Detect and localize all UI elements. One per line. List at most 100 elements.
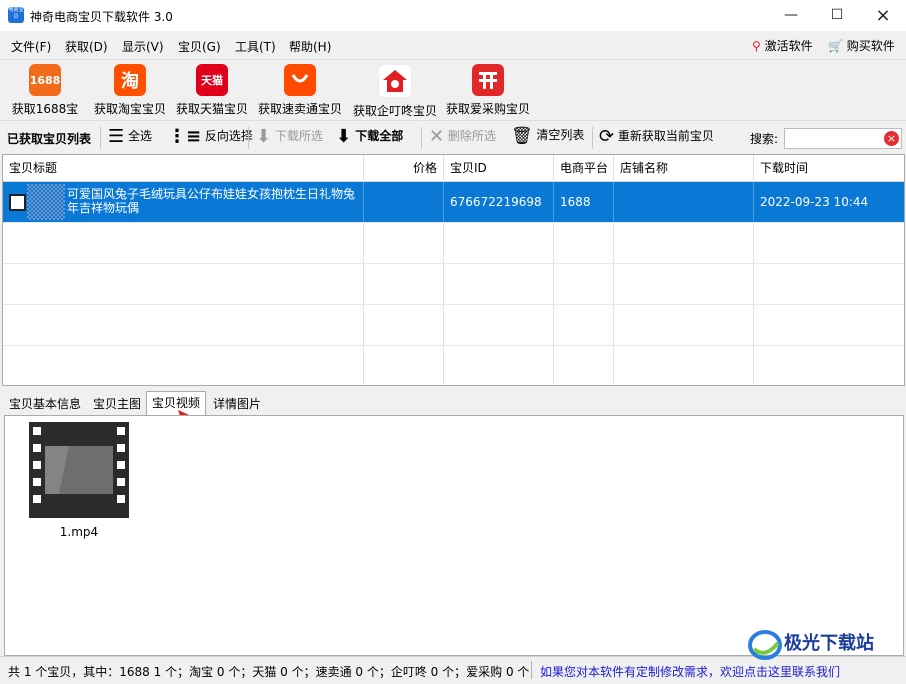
col-title[interactable]: 宝贝标题 xyxy=(3,155,364,181)
aliexpress-icon xyxy=(284,64,316,96)
fetch-aliexpress-label: 获取速卖通宝贝 xyxy=(257,102,342,116)
download-all-button[interactable]: ⬇ 下载全部 xyxy=(336,126,403,147)
menu-view[interactable]: 显示(V) xyxy=(122,38,164,55)
fetch-aliexpress-button[interactable]: 获取速卖通宝贝 xyxy=(256,64,344,117)
film-icon xyxy=(29,422,129,518)
col-platform[interactable]: 电商平台 xyxy=(554,155,614,181)
buy-label: 购买软件 xyxy=(846,39,895,53)
trash-icon: 🗑 xyxy=(511,126,533,146)
empty-row xyxy=(3,346,904,385)
logo-1688-icon: 1688 xyxy=(29,64,61,96)
activate-label: 激活软件 xyxy=(764,39,813,53)
maximize-button[interactable]: ☐ xyxy=(814,0,860,31)
delete-x-icon: ✕ xyxy=(429,126,445,147)
empty-row xyxy=(3,264,904,305)
product-thumbnail xyxy=(27,184,65,220)
checklist-icon: ☰ xyxy=(108,126,125,147)
menu-fetch[interactable]: 获取(D) xyxy=(65,38,108,55)
fetch-aicaigou-button[interactable]: 获取爱采购宝贝 xyxy=(444,64,532,117)
tab-main-images[interactable]: 宝贝主图 xyxy=(88,393,146,415)
title-bar: 电商宝贝 神奇电商宝贝下载软件 3.0 — ☐ × xyxy=(0,0,906,31)
download-all-label: 下载全部 xyxy=(355,129,404,143)
col-id[interactable]: 宝贝ID xyxy=(444,155,554,181)
product-title: 可爱国风兔子毛绒玩具公仔布娃娃女孩抱枕生日礼物兔年吉祥物玩偶 xyxy=(67,187,356,215)
fetch-aicaigou-label: 获取爱采购宝贝 xyxy=(445,102,530,116)
download-selected-button[interactable]: ⬇ 下载所选 xyxy=(256,126,323,147)
empty-row xyxy=(3,305,904,346)
fetch-taobao-label: 获取淘宝宝贝 xyxy=(93,102,166,116)
window-title: 神奇电商宝贝下载软件 3.0 xyxy=(30,10,173,24)
platform-toolbar: 1688 获取1688宝贝 淘 获取淘宝宝贝 天猫 获取天猫宝贝 获取速卖通宝贝… xyxy=(0,59,906,133)
minimize-button[interactable]: — xyxy=(768,0,814,31)
watermark-text: 极光下载站 xyxy=(784,633,874,654)
download-selected-label: 下载所选 xyxy=(274,129,323,143)
invert-select-button[interactable]: ⋮≡ 反向选择 xyxy=(168,126,253,147)
refetch-button[interactable]: ⟳ 重新获取当前宝贝 xyxy=(599,126,714,147)
aicaigou-icon xyxy=(472,64,504,96)
fetch-qidingdong-button[interactable]: 获取企叮咚宝贝 xyxy=(350,64,440,119)
watermark: 极光下载站 xyxy=(744,627,904,663)
tab-basic-info[interactable]: 宝贝基本信息 xyxy=(4,393,86,415)
activate-button[interactable]: ⚲ 激活软件 xyxy=(752,37,813,54)
watermark-logo-icon xyxy=(748,630,782,660)
time-cell: 2022-09-23 10:44 xyxy=(760,195,869,209)
video-filename: 1.mp4 xyxy=(59,525,99,539)
app-icon: 电商宝贝 xyxy=(8,7,24,23)
platform-cell: 1688 xyxy=(554,182,614,222)
key-icon: ⚲ xyxy=(752,39,761,53)
list-toolbar: 已获取宝贝列表 ☰ 全选 ⋮≡ 反向选择 ⬇ 下载所选 ⬇ 下载全部 ✕ 删除所… xyxy=(0,120,906,154)
select-all-label: 全选 xyxy=(127,129,152,143)
taobao-icon: 淘 xyxy=(114,64,146,96)
fetch-tmall-button[interactable]: 天猫 获取天猫宝贝 xyxy=(174,64,250,117)
divider xyxy=(531,661,532,679)
contact-link[interactable]: 如果您对本软件有定制修改需求，欢迎点击这里联系我们 xyxy=(540,663,840,680)
clear-list-label: 清空列表 xyxy=(536,128,585,142)
close-button[interactable]: × xyxy=(860,0,906,31)
cart-icon: 🛒 xyxy=(828,39,843,53)
product-table: 宝贝标题 价格 宝贝ID 电商平台 店铺名称 下载时间 可爱国风兔子毛绒玩具公仔… xyxy=(2,154,905,386)
delete-selected-button[interactable]: ✕ 删除所选 xyxy=(429,126,496,147)
shop-cell xyxy=(614,182,754,222)
empty-row xyxy=(3,223,904,264)
col-time[interactable]: 下载时间 xyxy=(754,155,904,181)
download-icon: ⬇ xyxy=(256,126,272,147)
search-label: 搜索: xyxy=(750,132,779,146)
status-summary: 共 1 个宝贝，其中：1688 1 个；淘宝 0 个；天猫 0 个；速卖通 0 … xyxy=(8,665,530,679)
list-icon: ⋮≡ xyxy=(168,126,202,147)
refresh-icon: ⟳ xyxy=(599,126,615,147)
delete-selected-label: 删除所选 xyxy=(447,129,496,143)
divider xyxy=(592,127,593,149)
refetch-label: 重新获取当前宝贝 xyxy=(617,129,714,143)
menu-help[interactable]: 帮助(H) xyxy=(289,38,331,55)
divider xyxy=(248,127,249,149)
menu-bar: 文件(F) 获取(D) 显示(V) 宝贝(G) 工具(T) 帮助(H) ⚲ 激活… xyxy=(0,31,906,59)
fetch-taobao-button[interactable]: 淘 获取淘宝宝贝 xyxy=(92,64,168,117)
search-input[interactable]: × xyxy=(784,128,902,149)
price-cell xyxy=(364,182,444,222)
divider xyxy=(100,127,101,149)
table-header: 宝贝标题 价格 宝贝ID 电商平台 店铺名称 下载时间 xyxy=(3,155,904,182)
clear-list-button[interactable]: 🗑 清空列表 xyxy=(511,126,584,146)
menu-tools[interactable]: 工具(T) xyxy=(235,38,276,55)
buy-button[interactable]: 🛒 购买软件 xyxy=(828,37,895,54)
row-checkbox[interactable] xyxy=(9,194,26,211)
tmall-icon: 天猫 xyxy=(196,64,228,96)
select-all-button[interactable]: ☰ 全选 xyxy=(108,126,152,147)
invert-label: 反向选择 xyxy=(204,129,253,143)
title-cell: 可爱国风兔子毛绒玩具公仔布娃娃女孩抱枕生日礼物兔年吉祥物玩偶 xyxy=(3,182,364,222)
divider xyxy=(421,127,422,149)
fetch-tmall-label: 获取天猫宝贝 xyxy=(175,102,248,116)
fetch-qidingdong-label: 获取企叮咚宝贝 xyxy=(352,104,437,118)
id-cell: 676672219698 xyxy=(444,182,554,222)
menu-file[interactable]: 文件(F) xyxy=(11,38,51,55)
video-item[interactable]: 1.mp4 xyxy=(29,422,129,539)
table-row[interactable]: 可爱国风兔子毛绒玩具公仔布娃娃女孩抱枕生日礼物兔年吉祥物玩偶 676672219… xyxy=(3,182,904,223)
col-shop[interactable]: 店铺名称 xyxy=(614,155,754,181)
qidingdong-icon xyxy=(378,64,412,98)
video-panel: 1.mp4 xyxy=(4,415,904,656)
download-icon: ⬇ xyxy=(336,126,352,147)
menu-item[interactable]: 宝贝(G) xyxy=(178,38,221,55)
clear-search-icon[interactable]: × xyxy=(884,131,899,146)
list-label: 已获取宝贝列表 xyxy=(7,132,92,146)
col-price[interactable]: 价格 xyxy=(364,155,444,181)
